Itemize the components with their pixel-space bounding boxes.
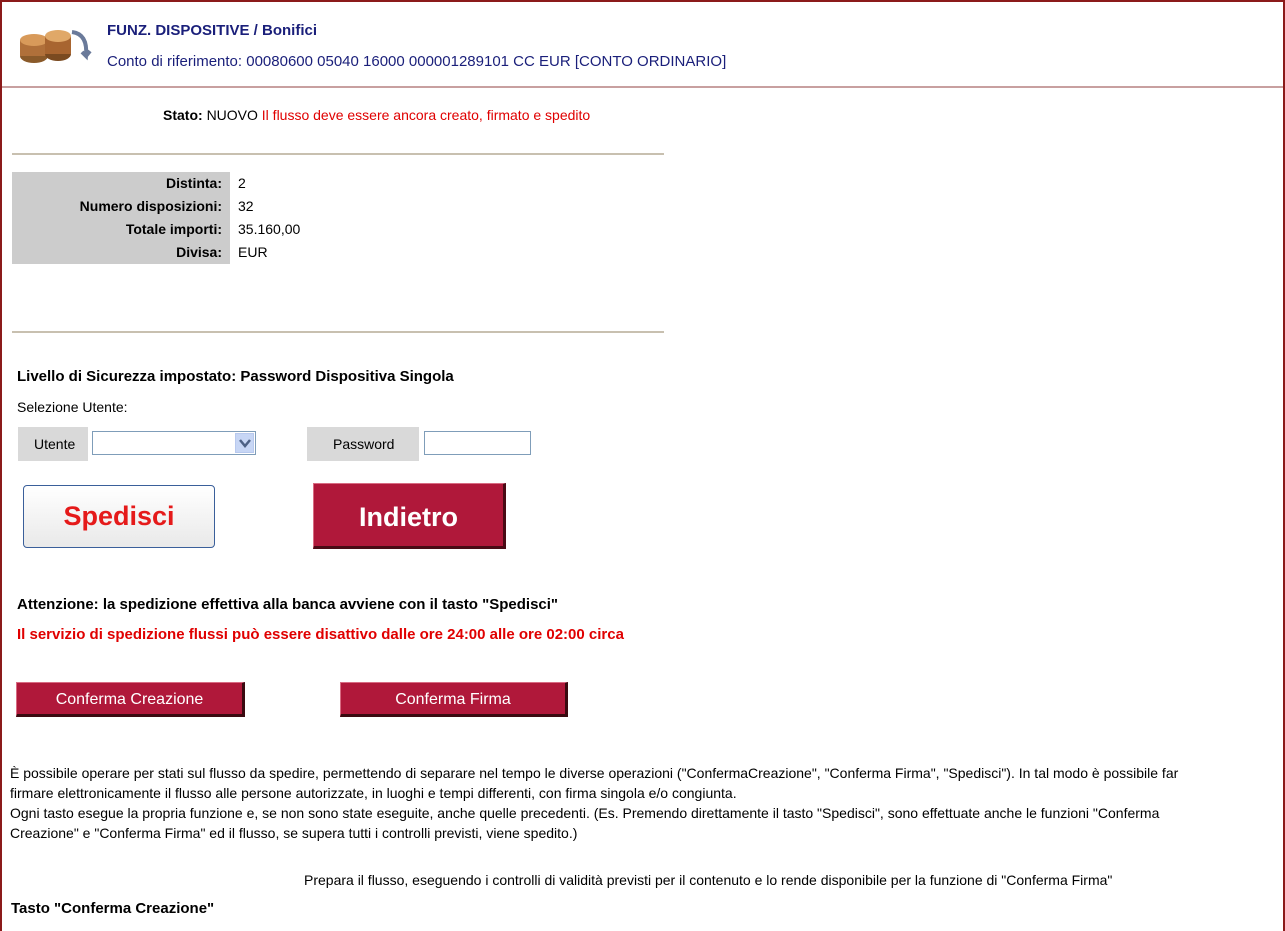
summary-value: 35.160,00 xyxy=(238,221,301,237)
password-label: Password xyxy=(307,427,419,461)
status-label: Stato: xyxy=(163,107,203,123)
security-level-title: Livello di Sicurezza impostato: Password… xyxy=(17,368,454,385)
send-warning: Attenzione: la spedizione effettiva alla… xyxy=(17,596,559,613)
summary-label: Distinta: xyxy=(12,172,230,195)
confirm-creation-button[interactable]: Conferma Creazione xyxy=(16,682,245,717)
service-downtime-warning: Il servizio di spedizione flussi può ess… xyxy=(17,626,624,643)
info-text: È possibile operare per stati sul flusso… xyxy=(10,763,1210,843)
summary-label: Divisa: xyxy=(12,241,230,264)
chevron-down-icon[interactable] xyxy=(235,433,254,453)
summary-value: 2 xyxy=(238,175,246,191)
send-button[interactable]: Spedisci xyxy=(23,485,215,548)
status-message: Il flusso deve essere ancora creato, fir… xyxy=(261,107,591,123)
divider xyxy=(12,153,664,155)
user-select[interactable] xyxy=(92,431,256,455)
info-paragraph: È possibile operare per stati sul flusso… xyxy=(10,765,1179,801)
summary-label: Numero disposizioni: xyxy=(12,195,230,218)
back-button[interactable]: Indietro xyxy=(313,483,506,549)
summary-value: EUR xyxy=(238,244,268,260)
summary-value: 32 xyxy=(238,198,254,214)
divider xyxy=(12,331,664,333)
account-reference: Conto di riferimento: 00080600 05040 160… xyxy=(107,53,727,70)
header-divider xyxy=(2,86,1283,88)
password-input[interactable] xyxy=(424,431,531,455)
confirm-signature-button[interactable]: Conferma Firma xyxy=(340,682,568,717)
frame-border-left xyxy=(0,0,2,931)
frame-border-top xyxy=(0,0,1285,2)
summary-label: Totale importi: xyxy=(12,218,230,241)
select-user-label: Selezione Utente: xyxy=(17,399,128,415)
status-line: Stato: NUOVO Il flusso deve essere ancor… xyxy=(163,107,590,123)
coins-icon xyxy=(16,26,94,66)
key-description-text: Prepara il flusso, eseguendo i controlli… xyxy=(304,872,1113,888)
user-label: Utente xyxy=(18,427,88,461)
page-title: FUNZ. DISPOSITIVE / Bonifici xyxy=(107,22,318,39)
key-description-label: Tasto "Conferma Creazione" xyxy=(11,900,215,917)
info-paragraph: Ogni tasto esegue la propria funzione e,… xyxy=(10,805,1160,841)
status-value: NUOVO xyxy=(206,107,258,123)
